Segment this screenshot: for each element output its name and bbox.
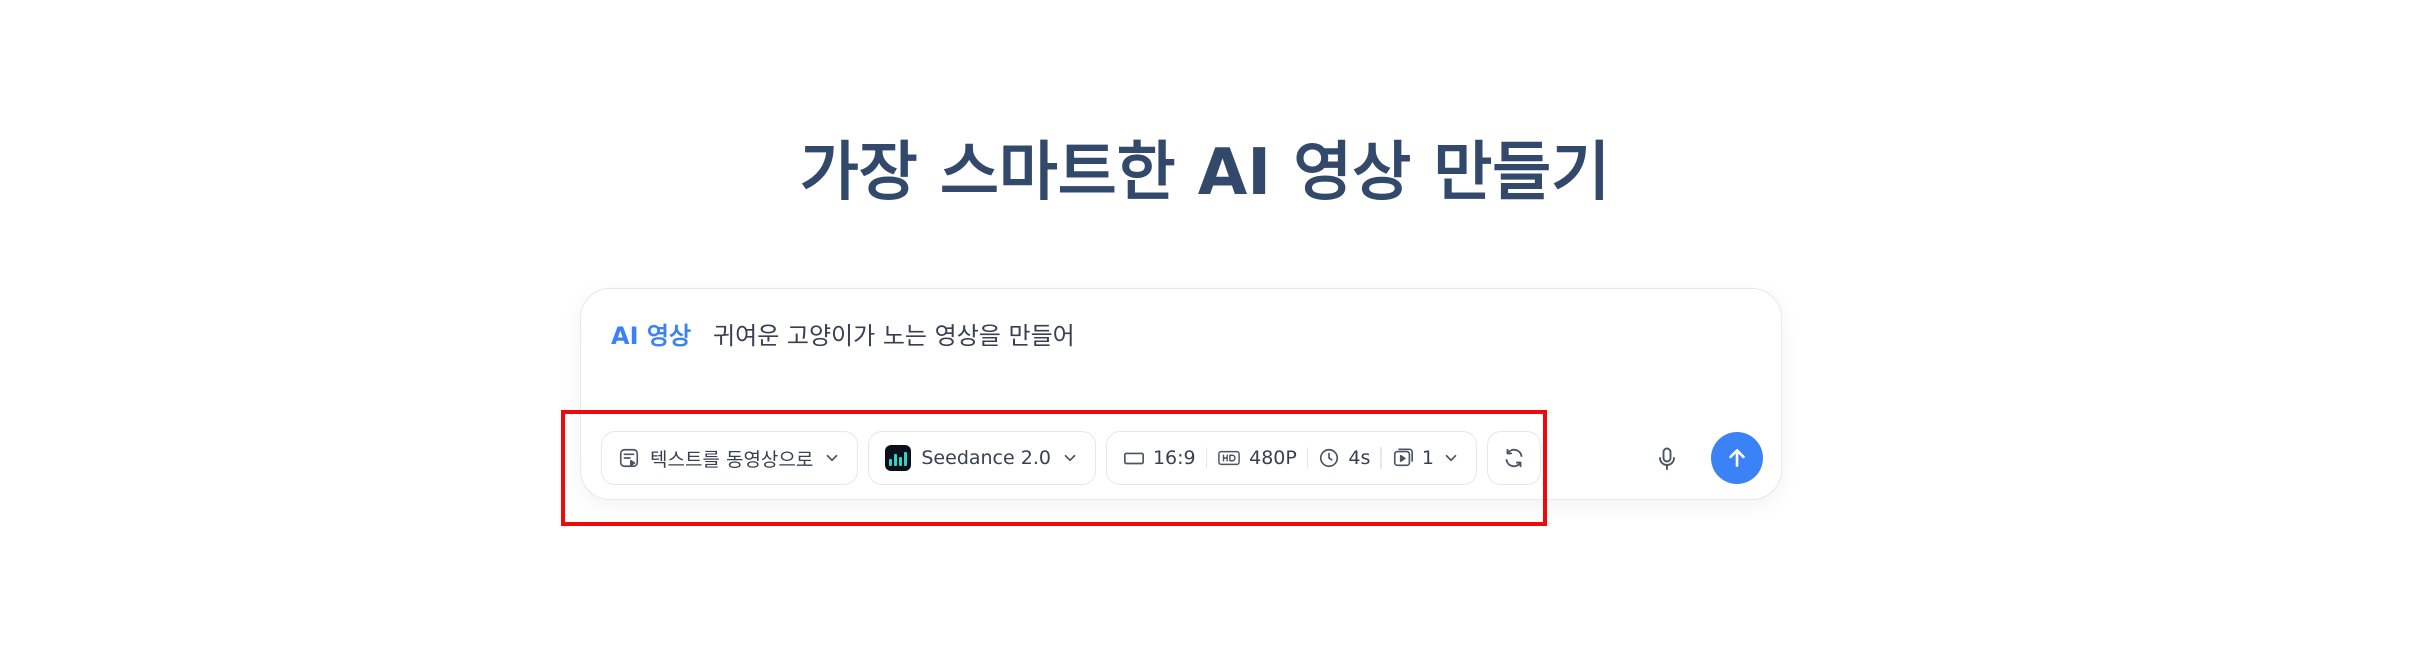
chevron-down-icon	[1061, 449, 1079, 467]
video-settings-dropdown[interactable]: 16:9 480P 4s 1	[1105, 431, 1477, 485]
refresh-icon	[1502, 446, 1526, 470]
refresh-button[interactable]	[1486, 431, 1541, 485]
video-count-icon	[1392, 447, 1414, 469]
generation-mode-label: 텍스트를 동영상으로	[650, 448, 814, 471]
prompt-composer: AI 영상 귀여운 고양이가 노는 영상을 만들어 텍스트를 동영상으로 See	[580, 288, 1782, 500]
microphone-button[interactable]	[1653, 445, 1681, 473]
prompt-input[interactable]: 귀여운 고양이가 노는 영상을 만들어	[713, 316, 1075, 351]
aspect-ratio-setting: 16:9	[1123, 447, 1196, 469]
model-dropdown[interactable]: Seedance 2.0	[868, 431, 1096, 485]
chevron-down-icon	[823, 449, 841, 467]
duration-setting: 4s	[1318, 447, 1370, 469]
duration-value: 4s	[1348, 447, 1371, 469]
mode-tag: AI 영상	[611, 321, 692, 350]
hd-icon	[1217, 447, 1241, 469]
seedance-logo-icon	[885, 445, 912, 471]
page-title: 가장 스마트한 AI 영상 만들기	[799, 136, 1611, 210]
divider	[1205, 447, 1208, 469]
model-label: Seedance 2.0	[921, 447, 1051, 469]
divider	[1306, 447, 1309, 469]
chevron-down-icon	[1442, 449, 1460, 467]
count-value: 1	[1421, 447, 1434, 469]
send-button[interactable]	[1711, 432, 1763, 484]
aspect-ratio-icon	[1123, 447, 1145, 469]
text-to-video-icon	[618, 447, 640, 469]
arrow-up-icon	[1724, 445, 1750, 471]
clock-icon	[1318, 447, 1340, 469]
count-setting: 1	[1392, 447, 1460, 469]
prompt-row[interactable]: AI 영상 귀여운 고양이가 노는 영상을 만들어	[611, 311, 1075, 355]
aspect-ratio-value: 16:9	[1152, 447, 1196, 469]
resolution-value: 480P	[1249, 447, 1297, 469]
divider	[1380, 447, 1382, 469]
generation-mode-dropdown[interactable]: 텍스트를 동영상으로	[601, 431, 859, 485]
generation-toolbar: 텍스트를 동영상으로 Seedance 2.0 16:9 480P 4s 1	[601, 431, 1541, 485]
resolution-setting: 480P	[1217, 447, 1297, 469]
microphone-icon	[1655, 446, 1679, 472]
